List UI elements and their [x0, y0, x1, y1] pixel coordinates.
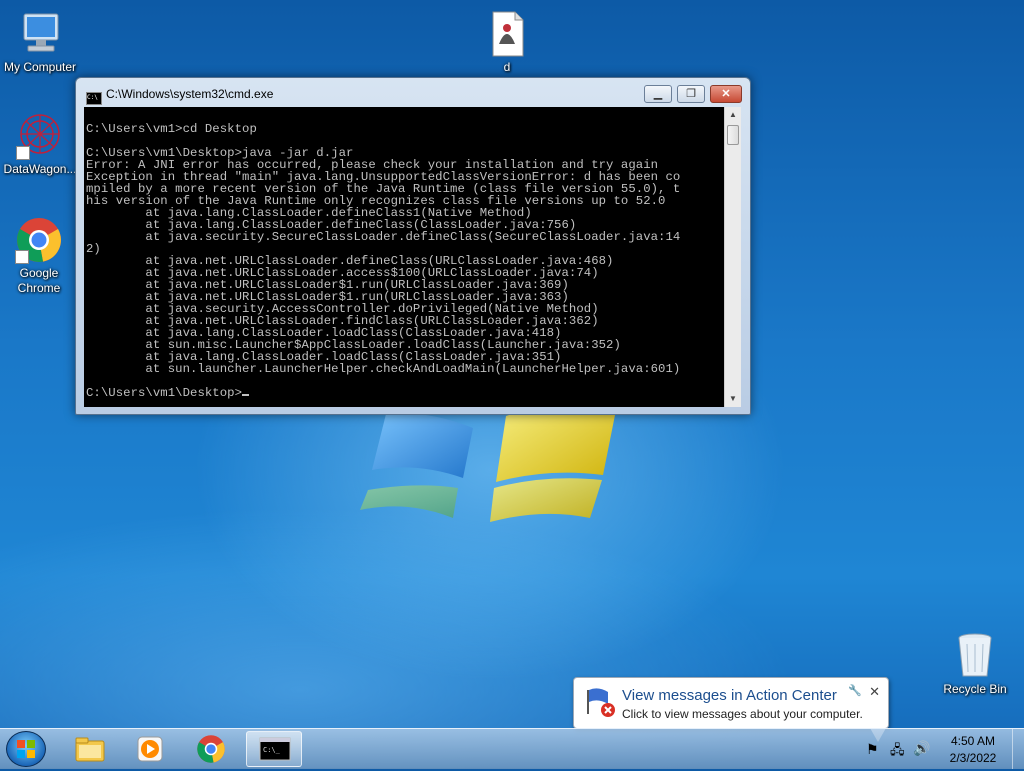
- windows-logo-wallpaper: [360, 406, 616, 522]
- action-center-flag-icon: [587, 688, 615, 717]
- vertical-scrollbar[interactable]: ▲ ▼: [724, 107, 741, 407]
- desktop-icon-label: Recycle Bin: [943, 682, 1007, 696]
- desktop-icon-label: d: [503, 60, 511, 74]
- scroll-thumb[interactable]: [727, 125, 739, 145]
- cmd-icon: C:\: [86, 92, 102, 105]
- console-line: C:\Users\vm1\Desktop>: [86, 386, 243, 400]
- media-player-icon: [137, 736, 163, 762]
- svg-text:C:\_: C:\_: [263, 746, 281, 754]
- clock-time[interactable]: 4:50 AM: [943, 734, 1003, 748]
- desktop-icon-d-jar[interactable]: d: [467, 10, 547, 75]
- cmd-icon: C:\_: [259, 737, 291, 761]
- chrome-icon: [197, 735, 225, 763]
- console-line: at sun.launcher.LauncherHelper.checkAndL…: [86, 362, 681, 376]
- explorer-icon: [75, 737, 105, 762]
- datawagon-icon: [16, 112, 64, 160]
- desktop-icon-datawagon[interactable]: DataWagon...: [0, 112, 80, 177]
- close-button[interactable]: ✕: [710, 85, 742, 103]
- cmd-window[interactable]: C:\ C:\Windows\system32\cmd.exe ▁ ❐ ✕ C:\…: [75, 77, 751, 415]
- desktop-icon-label: My Computer: [3, 60, 77, 74]
- close-icon: ✕: [721, 88, 731, 100]
- restore-button[interactable]: ❐: [677, 85, 705, 103]
- shortcut-arrow-icon: [15, 250, 29, 264]
- chrome-icon: [15, 216, 63, 264]
- taskbar-chrome-button[interactable]: [184, 731, 240, 767]
- desktop-icon-google-chrome[interactable]: Google Chrome: [0, 216, 79, 296]
- scroll-up-arrow-icon[interactable]: ▲: [725, 107, 741, 123]
- settings-icon[interactable]: 🔧: [848, 684, 862, 697]
- start-button[interactable]: [6, 731, 46, 767]
- clock-date[interactable]: 2/3/2022: [943, 751, 1003, 765]
- show-desktop-button[interactable]: [1012, 729, 1024, 769]
- recycle-bin-icon: [951, 632, 999, 680]
- taskbar: C:\_ ⚑ 🖧 🔊 4:50 AM 2/3/2022: [0, 728, 1024, 769]
- taskbar-explorer-button[interactable]: [62, 731, 118, 767]
- java-file-icon: [483, 10, 531, 58]
- console-text: C:\Users\vm1>cd Desktop C:\Users\vm1\Des…: [84, 107, 724, 399]
- desktop-icon-label: DataWagon...: [3, 162, 77, 176]
- minimize-icon: ▁: [653, 88, 663, 100]
- shortcut-arrow-icon: [16, 146, 30, 160]
- taskbar-media-player-button[interactable]: [122, 731, 178, 767]
- console-line: at java.security.SecureClassLoader.defin…: [86, 230, 681, 244]
- taskbar-cmd-button[interactable]: C:\_: [246, 731, 302, 767]
- computer-icon: [16, 10, 64, 58]
- window-title-bar[interactable]: C:\ C:\Windows\system32\cmd.exe: [86, 87, 273, 105]
- scroll-down-arrow-icon[interactable]: ▼: [725, 391, 741, 407]
- minimize-button[interactable]: ▁: [644, 85, 672, 103]
- text-cursor: [242, 394, 250, 396]
- desktop-icon-label: Google Chrome: [17, 266, 61, 295]
- balloon-message: Click to view messages about your comput…: [622, 707, 863, 721]
- action-center-balloon[interactable]: View messages in Action Center Click to …: [573, 677, 889, 742]
- desktop-icon-my-computer[interactable]: My Computer: [0, 10, 80, 75]
- balloon-close-icon[interactable]: ✕: [869, 684, 880, 700]
- network-icon[interactable]: 🖧: [890, 741, 905, 763]
- restore-icon: ❐: [686, 88, 696, 100]
- balloon-title[interactable]: View messages in Action Center: [622, 687, 837, 704]
- volume-icon[interactable]: 🔊: [913, 740, 930, 757]
- action-center-flag-icon[interactable]: ⚑: [866, 741, 879, 758]
- start-orb-icon: [17, 740, 35, 758]
- console-line: C:\Users\vm1>cd Desktop: [86, 122, 257, 136]
- desktop-icon-recycle-bin[interactable]: Recycle Bin: [935, 632, 1015, 697]
- console-output[interactable]: C:\Users\vm1>cd Desktop C:\Users\vm1\Des…: [84, 107, 724, 407]
- window-title: C:\Windows\system32\cmd.exe: [106, 87, 274, 101]
